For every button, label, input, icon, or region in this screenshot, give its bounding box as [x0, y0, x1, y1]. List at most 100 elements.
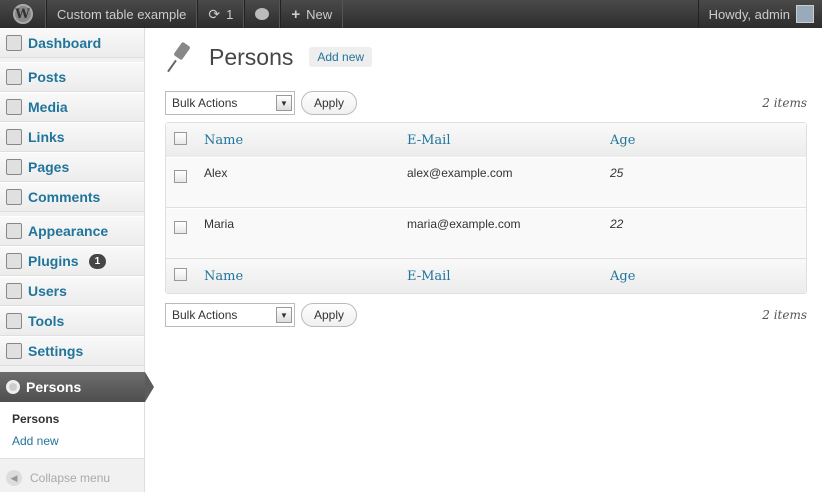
menu-label: Dashboard — [28, 35, 102, 51]
menu-label: Settings — [28, 343, 84, 359]
page-icon — [6, 159, 22, 175]
collapse-menu-button[interactable]: ◀ Collapse menu — [0, 463, 144, 492]
collapse-arrow-icon: ◀ — [6, 470, 22, 486]
menu-item-users[interactable]: Users — [0, 276, 144, 306]
tools-icon — [6, 313, 22, 329]
plus-icon: + — [291, 5, 301, 23]
link-icon — [6, 129, 22, 145]
site-name-link[interactable]: Custom table example — [46, 0, 198, 28]
dropdown-arrow-icon: ▼ — [276, 307, 292, 323]
column-footer-email[interactable]: E-Mail — [407, 259, 610, 293]
apply-button[interactable]: Apply — [301, 303, 358, 327]
column-header-name[interactable]: Name — [204, 123, 407, 157]
users-icon — [6, 283, 22, 299]
wordpress-logo-menu[interactable]: W — [0, 0, 46, 28]
plugin-icon — [6, 253, 22, 269]
dashboard-icon — [6, 35, 22, 51]
my-account-menu[interactable]: Howdy, admin — [697, 0, 822, 28]
table-row: Alex alex@example.com 25 — [166, 157, 806, 208]
row-checkbox-cell — [166, 208, 204, 259]
row-checkbox[interactable] — [174, 170, 187, 183]
bulk-actions-value: Bulk Actions — [172, 96, 238, 110]
menu-label: Pages — [28, 159, 70, 175]
table-row: Maria maria@example.com 22 — [166, 208, 806, 259]
menu-item-plugins[interactable]: Plugins 1 — [0, 246, 144, 276]
table-footer-row: Name E-Mail Age — [166, 259, 806, 293]
select-all-checkbox[interactable] — [174, 131, 187, 145]
row-checkbox[interactable] — [174, 221, 187, 234]
menu-label: Media — [28, 99, 68, 115]
settings-icon — [6, 343, 22, 359]
media-icon — [6, 99, 22, 115]
updates-link[interactable]: ⟳ 1 — [197, 0, 245, 28]
items-count: 2 items — [762, 96, 807, 110]
cell-name: Maria — [204, 208, 407, 259]
main-content: Persons Add new Bulk Actions ▼ Apply 2 i… — [165, 28, 807, 332]
cell-name: Alex — [204, 157, 407, 208]
menu-label: Links — [28, 129, 65, 145]
menu-item-comments[interactable]: Comments — [0, 182, 144, 212]
menu-label: Posts — [28, 69, 67, 85]
tablenav-bottom: Bulk Actions ▼ Apply 2 items — [165, 298, 807, 332]
comment-bubble-icon — [255, 8, 270, 20]
collapse-menu-label: Collapse menu — [30, 471, 111, 485]
table-header-row: Name E-Mail Age — [166, 123, 806, 157]
menu-item-settings[interactable]: Settings — [0, 336, 144, 366]
submenu-item-add-new[interactable]: Add new — [12, 430, 144, 452]
wordpress-logo-icon: W — [12, 4, 33, 24]
apply-button[interactable]: Apply — [301, 91, 358, 115]
column-header-email[interactable]: E-Mail — [407, 123, 610, 157]
appearance-icon — [6, 223, 22, 239]
menu-label: Persons — [26, 379, 82, 395]
select-all-cell — [166, 259, 204, 293]
new-label: New — [306, 6, 333, 22]
site-name-label: Custom table example — [57, 6, 187, 22]
submenu-item-persons[interactable]: Persons — [12, 408, 144, 430]
avatar — [796, 5, 814, 23]
menu-label: Plugins — [28, 253, 79, 269]
cell-age: 25 — [610, 157, 806, 208]
howdy-label: Howdy, admin — [708, 6, 790, 22]
dropdown-arrow-icon: ▼ — [276, 95, 292, 111]
new-content-menu[interactable]: + New — [280, 0, 344, 28]
menu-item-tools[interactable]: Tools — [0, 306, 144, 336]
persons-table: Name E-Mail Age Alex alex@example.com 25… — [165, 122, 807, 294]
bulk-actions-select[interactable]: Bulk Actions ▼ — [165, 91, 295, 115]
bulk-actions-select[interactable]: Bulk Actions ▼ — [165, 303, 295, 327]
pushpin-icon — [6, 69, 22, 85]
menu-label: Appearance — [28, 223, 109, 239]
menu-item-links[interactable]: Links — [0, 122, 144, 152]
pushpin-icon — [165, 41, 197, 73]
add-new-button[interactable]: Add new — [309, 47, 373, 67]
menu-label: Users — [28, 283, 67, 299]
admin-bar: W Custom table example ⟳ 1 + New Howdy, … — [0, 0, 822, 28]
menu-item-dashboard[interactable]: Dashboard — [0, 28, 144, 58]
column-header-age[interactable]: Age — [610, 123, 806, 157]
column-footer-name[interactable]: Name — [204, 259, 407, 293]
gear-icon — [6, 380, 20, 394]
cell-email: maria@example.com — [407, 208, 610, 259]
menu-item-media[interactable]: Media — [0, 92, 144, 122]
persons-submenu: Persons Add new — [0, 402, 144, 459]
cell-email: alex@example.com — [407, 157, 610, 208]
menu-item-posts[interactable]: Posts — [0, 62, 144, 92]
page-header: Persons Add new — [165, 28, 807, 86]
menu-item-persons-current[interactable]: Persons — [0, 372, 154, 402]
comments-link[interactable] — [244, 0, 281, 28]
select-all-checkbox[interactable] — [174, 267, 187, 281]
refresh-icon: ⟳ — [208, 5, 221, 22]
menu-item-appearance[interactable]: Appearance — [0, 216, 144, 246]
tablenav-top: Bulk Actions ▼ Apply 2 items — [165, 86, 807, 120]
menu-label: Tools — [28, 313, 65, 329]
items-count: 2 items — [762, 308, 807, 322]
cell-age: 22 — [610, 208, 806, 259]
page-title: Persons — [209, 43, 294, 70]
admin-menu: Dashboard Posts Media Links Pages Commen… — [0, 28, 154, 492]
select-all-cell — [166, 123, 204, 157]
bulk-actions-value: Bulk Actions — [172, 308, 238, 322]
plugins-update-badge: 1 — [88, 253, 107, 269]
row-checkbox-cell — [166, 157, 204, 208]
menu-label: Comments — [28, 189, 101, 205]
column-footer-age[interactable]: Age — [610, 259, 806, 293]
menu-item-pages[interactable]: Pages — [0, 152, 144, 182]
